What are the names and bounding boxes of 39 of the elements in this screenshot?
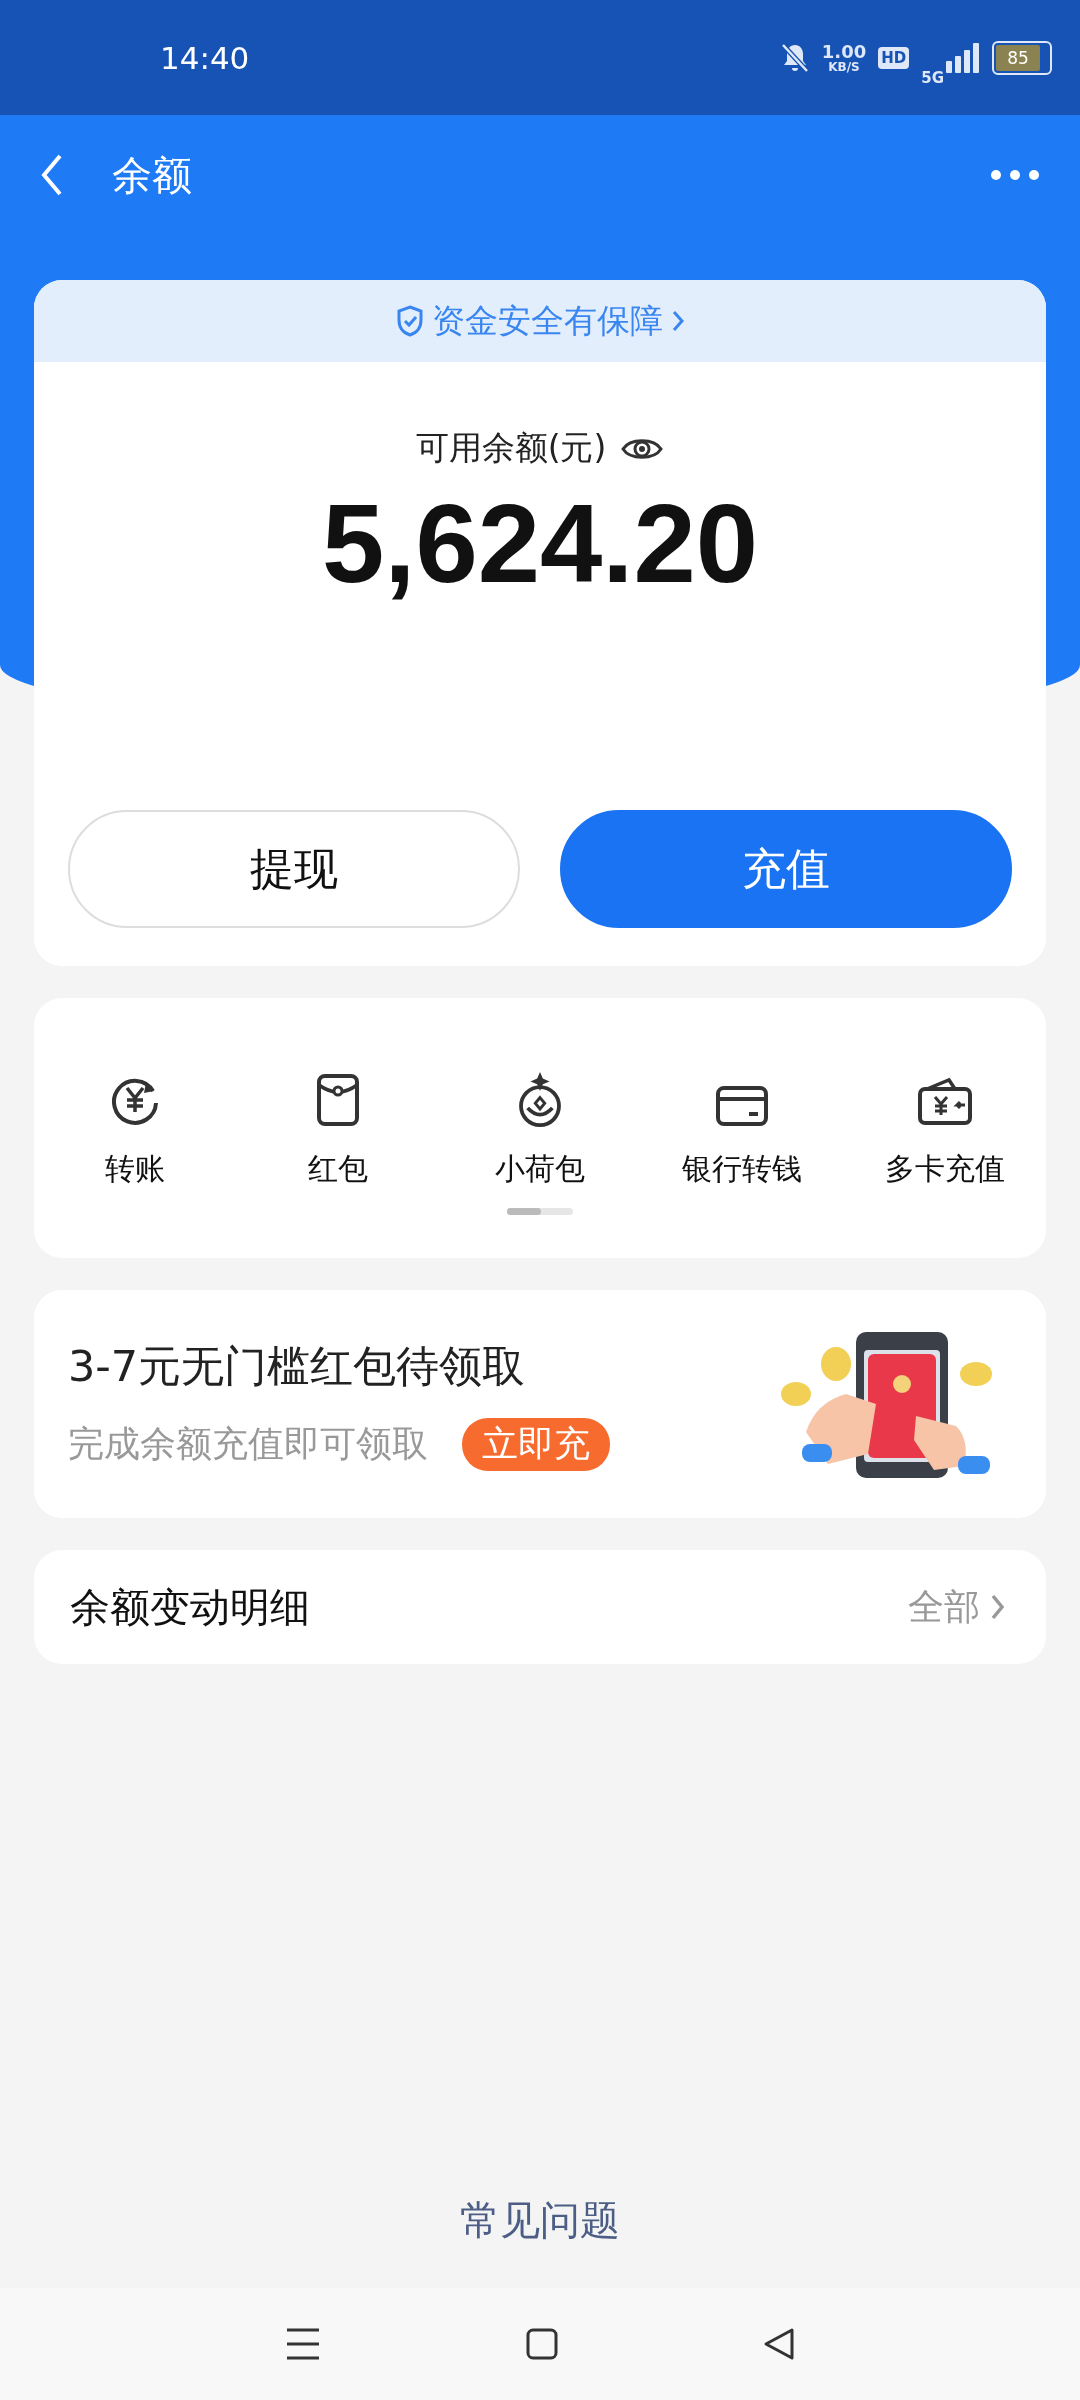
more-icon[interactable] (990, 169, 1040, 181)
page-indicator (507, 1208, 573, 1215)
details-title: 余额变动明细 (70, 1582, 311, 1632)
promo-card[interactable]: 3-7元无门槛红包待领取 完成余额充值即可领取 立即充 (34, 1290, 1046, 1518)
service-label: 小荷包 (495, 1150, 585, 1188)
menu-icon[interactable] (285, 2327, 321, 2361)
card-icon[interactable] (715, 1085, 770, 1127)
service-label: 红包 (307, 1150, 368, 1188)
status-time: 14:40 (160, 39, 250, 76)
back-triangle-icon[interactable] (763, 2327, 795, 2361)
hd-badge: HD (878, 46, 910, 69)
battery-level: 85 (996, 44, 1041, 71)
network-type: 5G (921, 68, 944, 87)
speed-unit: KB/S (828, 60, 860, 73)
bell-muted-icon (779, 41, 810, 74)
service-label: 转账 (105, 1150, 166, 1188)
network-speed: 1.00 (821, 42, 867, 61)
home-icon[interactable] (526, 2328, 558, 2360)
security-notice: 资金安全有保障 (431, 299, 663, 342)
signal-icon (946, 42, 980, 73)
faq-link[interactable]: 常见问题 (460, 2193, 620, 2248)
recharge-now-button[interactable]: 立即充 (462, 1417, 610, 1471)
service-label: 多卡充值 (884, 1150, 1005, 1188)
page-title: 余额 (112, 150, 193, 200)
back-icon[interactable] (40, 153, 64, 197)
promo-title: 3-7元无门槛红包待领取 (68, 1339, 527, 1393)
service-label: 银行转钱 (682, 1150, 803, 1188)
security-notice-bar[interactable]: 资金安全有保障 (34, 280, 1046, 362)
chevron-right-icon (670, 309, 685, 333)
envelope-icon[interactable] (315, 1073, 360, 1127)
recharge-button[interactable]: 充值 (560, 810, 1012, 928)
withdraw-button[interactable]: 提现 (68, 810, 520, 928)
balance-details-row[interactable]: 余额变动明细 全部 (34, 1550, 1046, 1664)
wallet-icon[interactable] (916, 1077, 973, 1127)
shield-icon (395, 305, 424, 337)
chevron-right-icon (990, 1593, 1006, 1621)
balance-amount: 5,624.20 (322, 480, 758, 608)
balance-label: 可用余额(元) (415, 427, 607, 469)
promo-subtitle: 完成余额充值即可领取 (68, 1421, 428, 1466)
